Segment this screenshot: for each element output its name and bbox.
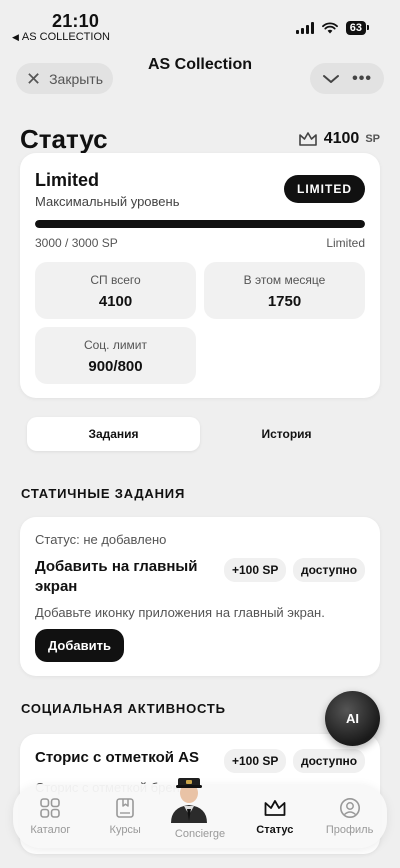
nav-courses[interactable]: Курсы: [88, 784, 163, 848]
section-social: СОЦИАЛЬНАЯ АКТИВНОСТЬ: [21, 701, 226, 716]
back-app-label: AS COLLECTION: [21, 31, 110, 43]
section-static-tasks: СТАТИЧНЫЕ ЗАДАНИЯ: [21, 486, 186, 501]
level-badge: LIMITED: [284, 175, 365, 203]
crown-icon: [264, 800, 286, 816]
task-description: Добавьте иконку приложения на главный эк…: [35, 605, 325, 620]
task-card-home-screen: Статус: не добавлено Добавить на главный…: [20, 517, 380, 676]
level-card: Limited Максимальный уровень LIMITED 300…: [20, 153, 380, 398]
points-balance: 4100 SP: [298, 130, 380, 148]
nav-profile[interactable]: Профиль: [312, 784, 387, 848]
stat-total-value: 4100: [98, 293, 133, 310]
story-availability-chip: доступно: [293, 749, 366, 773]
stat-total: СП всего 4100: [35, 262, 196, 319]
stat-month: В этом месяце 1750: [204, 262, 365, 319]
stat-social-limit-value: 900/800: [88, 358, 143, 375]
app-header: ✕ Закрыть AS Collection •••: [0, 48, 400, 98]
nav-courses-label: Курсы: [109, 824, 141, 836]
page-title: Статус: [20, 124, 108, 154]
back-to-app-link[interactable]: ◀ AS COLLECTION: [12, 31, 110, 43]
status-time: 21:10: [52, 11, 100, 31]
battery-icon: 63: [345, 21, 370, 35]
profile-icon: [339, 798, 360, 818]
concierge-avatar[interactable]: [167, 769, 211, 823]
stat-month-label: В этом месяце: [243, 273, 326, 287]
nav-profile-label: Профиль: [325, 824, 374, 836]
nav-concierge-label: Concierge: [174, 828, 226, 840]
stat-month-value: 1750: [267, 293, 302, 310]
cellular-signal-icon: [295, 22, 314, 34]
tabs: Задания История: [27, 417, 373, 451]
add-button[interactable]: Добавить: [35, 629, 124, 662]
stat-social-limit-label: Соц. лимит: [83, 338, 148, 352]
catalog-grid-icon: [40, 798, 61, 818]
stat-social-limit: Соц. лимит 900/800: [35, 327, 196, 384]
level-subtitle: Максимальный уровень: [35, 194, 180, 209]
nav-catalog[interactable]: Каталог: [13, 784, 88, 848]
reward-chip: +100 SP: [224, 558, 287, 582]
progress-text: 3000 / 3000 SP: [35, 236, 118, 250]
tab-tasks[interactable]: Задания: [27, 417, 200, 451]
task-title: Добавить на главный экран: [35, 558, 198, 595]
tab-history[interactable]: История: [200, 417, 373, 451]
level-progress-fill: [35, 220, 365, 228]
header-actions: •••: [310, 63, 384, 94]
level-name: Limited: [35, 170, 100, 190]
points-value: 4100: [323, 130, 360, 147]
level-progress-bar: [35, 220, 365, 228]
story-reward-chip: +100 SP: [224, 749, 287, 773]
status-indicators: 63: [295, 21, 370, 35]
stat-total-label: СП всего: [90, 273, 141, 287]
progress-level-label: Limited: [326, 236, 365, 250]
back-arrow-icon: ◀: [12, 31, 19, 42]
nav-status[interactable]: Статус: [237, 784, 312, 848]
crown-icon: [298, 132, 317, 146]
task-status: Статус: не добавлено: [35, 532, 167, 547]
book-icon: [116, 798, 134, 818]
points-unit: SP: [365, 133, 380, 145]
status-bar: 21:10 ◀ AS COLLECTION 63: [0, 0, 400, 46]
task-story-title: Сторис с отметкой AS: [35, 749, 199, 766]
nav-catalog-label: Каталог: [30, 824, 71, 836]
more-icon[interactable]: •••: [352, 70, 372, 88]
availability-chip: доступно: [293, 558, 366, 582]
wifi-icon: [321, 22, 338, 34]
nav-status-label: Статус: [256, 824, 294, 836]
ai-assistant-button[interactable]: AI: [325, 691, 380, 746]
chevron-down-icon[interactable]: [322, 73, 340, 85]
